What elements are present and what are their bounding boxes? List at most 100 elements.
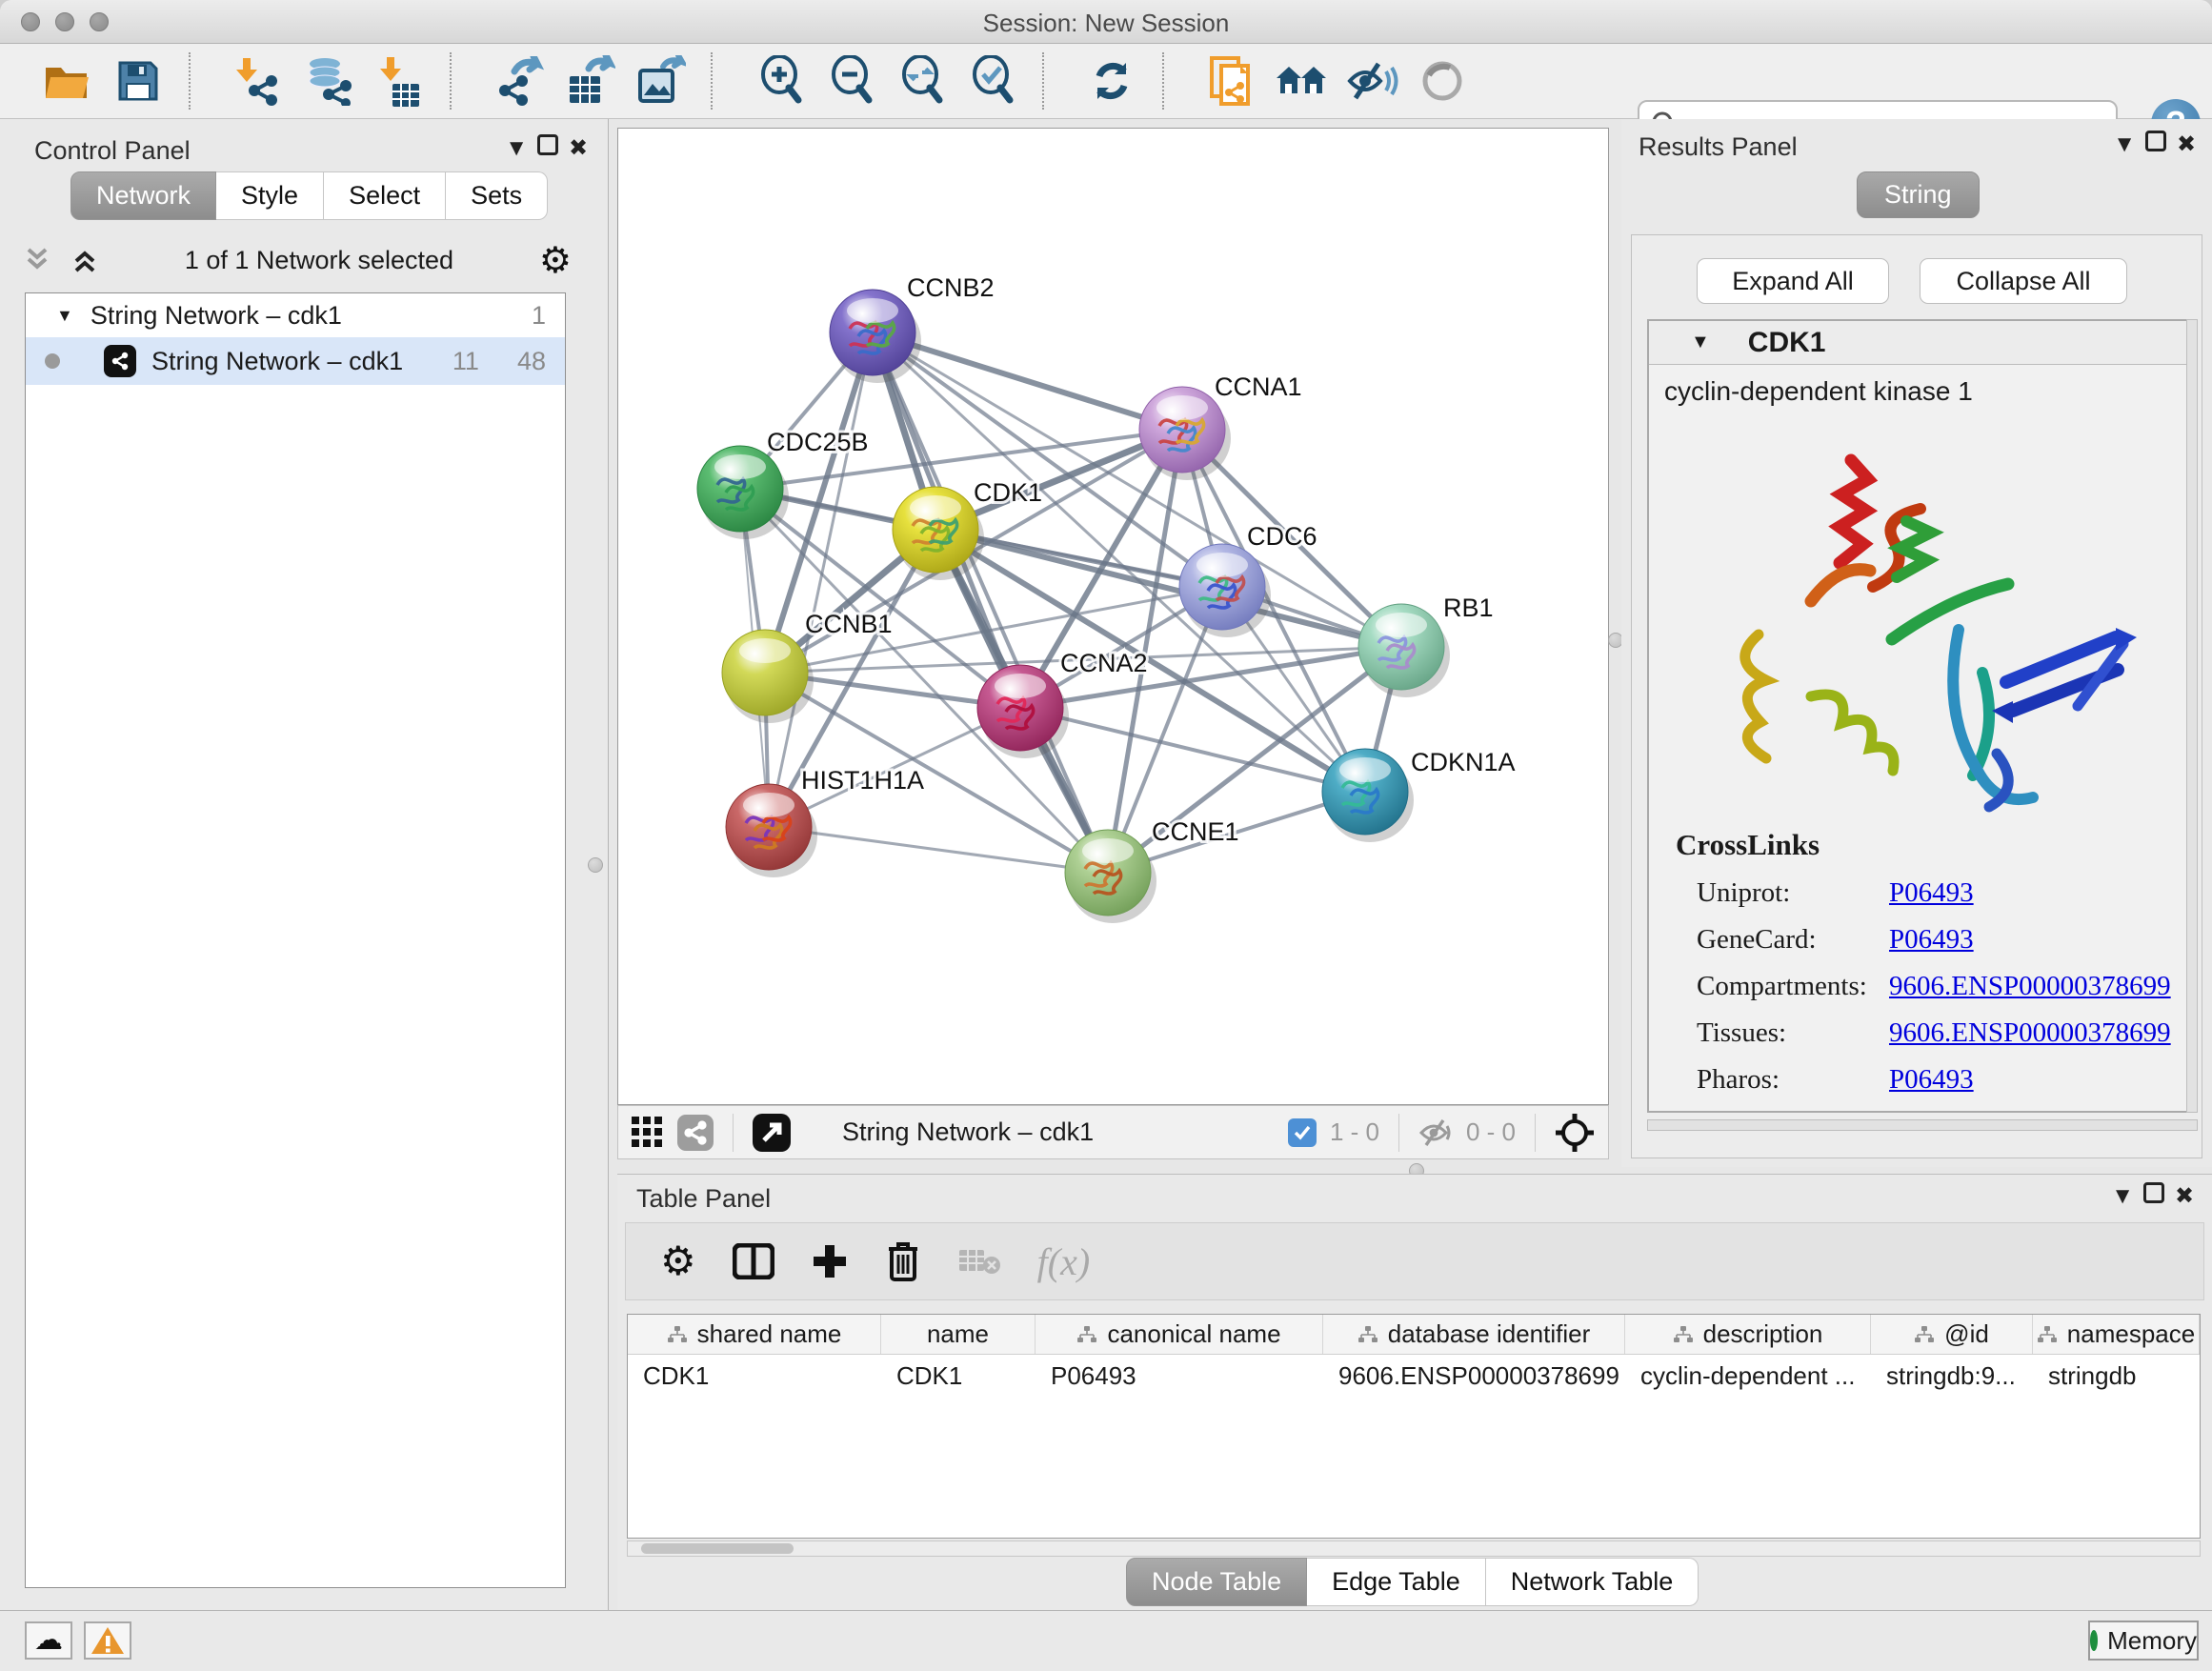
bundled-apps-button[interactable] [1267, 50, 1337, 111]
column-header-canonical-name[interactable]: canonical name [1036, 1315, 1323, 1354]
tab-style[interactable]: Style [216, 171, 324, 220]
zoom-in-button[interactable] [745, 50, 815, 111]
tab-node-table[interactable]: Node Table [1126, 1558, 1307, 1606]
tab-string[interactable]: String [1857, 171, 1980, 218]
birdseye-grid-icon[interactable] [632, 1117, 664, 1149]
export-image-button[interactable] [625, 50, 695, 111]
float-panel-icon[interactable]: ▼ [2108, 131, 2141, 158]
memory-button[interactable]: Memory [2088, 1621, 2199, 1661]
crosslink-label: Pharos: [1676, 1064, 1857, 1096]
show-columns-icon[interactable] [733, 1243, 774, 1279]
hide-graphics-button[interactable] [1337, 50, 1408, 111]
table-options-gear-icon[interactable]: ⚙ [660, 1241, 696, 1281]
tab-network-table[interactable]: Network Table [1486, 1558, 1699, 1606]
results-horizontal-scrollbar[interactable] [1647, 1119, 2198, 1131]
open-session-button[interactable] [32, 50, 103, 111]
string-import-button[interactable] [1196, 50, 1267, 111]
crosslink-link[interactable]: 9606.ENSP00000378699 [1889, 1017, 2171, 1049]
crosslink-link[interactable]: P06493 [1889, 1064, 1974, 1096]
column-header-@id[interactable]: @id [1871, 1315, 2033, 1354]
delete-column-trash-icon[interactable] [885, 1240, 921, 1282]
crosslink-link[interactable]: P06493 [1889, 877, 1974, 909]
zoom-out-button[interactable] [815, 50, 886, 111]
crosslink-link[interactable]: 9606.ENSP00000378699 [1889, 971, 2171, 1002]
import-network-database-icon [302, 56, 355, 106]
export-network-button[interactable] [484, 50, 554, 111]
float-panel-icon[interactable]: ▼ [500, 135, 533, 162]
import-network-from-file-button[interactable] [223, 50, 293, 111]
selected-items-checkbox[interactable] [1288, 1118, 1317, 1147]
tab-select[interactable]: Select [324, 171, 446, 220]
close-panel-icon[interactable]: ✖ [2168, 1182, 2201, 1210]
control-panel-title: Control Panel [34, 136, 191, 166]
create-column-plus-icon[interactable] [811, 1242, 849, 1280]
expand-all-icon[interactable] [70, 246, 99, 274]
column-header-shared-name[interactable]: shared name [628, 1315, 881, 1354]
save-session-button[interactable] [103, 50, 173, 111]
crosslink-row: Tissues:9606.ENSP00000378699 [1676, 1017, 2171, 1049]
selected-counts: 1 - 0 [1330, 1117, 1379, 1147]
network-row-selected[interactable]: String Network – cdk1 11 48 [26, 337, 565, 385]
network-node-CDKN1A[interactable] [1322, 749, 1414, 842]
warnings-button[interactable] [84, 1621, 131, 1660]
table-cell: cyclin-dependent ... [1625, 1355, 1871, 1397]
tab-edge-table[interactable]: Edge Table [1307, 1558, 1486, 1606]
results-panel-window-controls: ▼ ✖ [2108, 131, 2202, 158]
float-panel-icon[interactable]: ▼ [2106, 1183, 2139, 1210]
left-splitter-handle[interactable] [588, 857, 603, 873]
expand-all-button[interactable]: Expand All [1697, 258, 1889, 304]
eye-slash-icon [1346, 58, 1399, 104]
collapse-all-icon[interactable] [23, 246, 51, 274]
network-canvas[interactable]: CCNB2CCNA1CDC25BCDK1CDC6RB1CCNB1CCNA2CDK… [617, 128, 1609, 1105]
column-header-description[interactable]: description [1625, 1315, 1871, 1354]
eye-icon [1419, 58, 1467, 104]
fit-selected-crosshair-icon[interactable] [1555, 1113, 1595, 1153]
close-panel-icon[interactable]: ✖ [562, 134, 594, 162]
export-table-button[interactable] [554, 50, 625, 111]
node-label-CCNA1: CCNA1 [1215, 372, 1302, 401]
network-edge-HIST1H1A-CCNE1[interactable] [769, 827, 1108, 873]
close-panel-icon[interactable]: ✖ [2170, 131, 2202, 158]
maximize-panel-icon[interactable] [537, 134, 558, 155]
network-node-HIST1H1A[interactable] [726, 784, 817, 877]
tab-sets[interactable]: Sets [446, 171, 548, 220]
network-node-CDC25B[interactable] [697, 446, 789, 539]
table-horizontal-scrollbar[interactable] [627, 1540, 2201, 1557]
network-collection-row[interactable]: ▼ String Network – cdk1 1 [26, 293, 565, 337]
network-node-CDC6[interactable] [1179, 544, 1271, 637]
node-label-RB1: RB1 [1443, 594, 1494, 622]
collection-expand-icon[interactable]: ▼ [56, 306, 73, 326]
column-header-database-identifier[interactable]: database identifier [1323, 1315, 1625, 1354]
node-label-CCNA2: CCNA2 [1060, 649, 1148, 677]
gene-section-header[interactable]: ▼ CDK1 [1649, 321, 2196, 365]
tab-network[interactable]: Network [70, 171, 216, 220]
network-node-RB1[interactable] [1358, 604, 1450, 697]
zoom-selected-button[interactable] [956, 50, 1027, 111]
import-network-from-database-button[interactable] [293, 50, 364, 111]
scrollbar-thumb[interactable] [641, 1543, 794, 1554]
crosslink-link[interactable]: P06493 [1889, 924, 1974, 956]
cloud-status-button[interactable]: ☁ [25, 1621, 72, 1660]
import-table-button[interactable] [364, 50, 434, 111]
show-graphics-button[interactable] [1408, 50, 1478, 111]
open-in-window-icon[interactable] [753, 1114, 791, 1152]
column-header-namespace[interactable]: namespace [2033, 1315, 2200, 1354]
network-node-CCNA2[interactable] [977, 665, 1069, 758]
network-options-gear-icon[interactable]: ⚙ [539, 242, 572, 278]
table-row[interactable]: CDK1CDK1P064939606.ENSP00000378699cyclin… [628, 1355, 2200, 1397]
table-cell: stringdb:9... [1871, 1355, 2033, 1397]
zoom-fit-button[interactable] [886, 50, 956, 111]
network-type-icon [104, 345, 136, 377]
network-edge-CCNA2-CDKN1A[interactable] [1020, 708, 1365, 792]
maximize-panel-icon[interactable] [2143, 1182, 2164, 1203]
section-expand-icon[interactable]: ▼ [1691, 332, 1710, 353]
column-header-name[interactable]: name [881, 1315, 1036, 1354]
results-vertical-scrollbar[interactable] [2186, 319, 2198, 1113]
share-network-icon[interactable] [677, 1115, 714, 1151]
network-list: ▼ String Network – cdk1 1 String Network… [25, 292, 566, 1588]
maximize-panel-icon[interactable] [2145, 131, 2166, 151]
node-table: shared namenamecanonical namedatabase id… [627, 1314, 2201, 1539]
network-node-CDK1[interactable] [893, 487, 984, 580]
refresh-view-button[interactable] [1076, 50, 1147, 111]
collapse-all-button[interactable]: Collapse All [1920, 258, 2127, 304]
